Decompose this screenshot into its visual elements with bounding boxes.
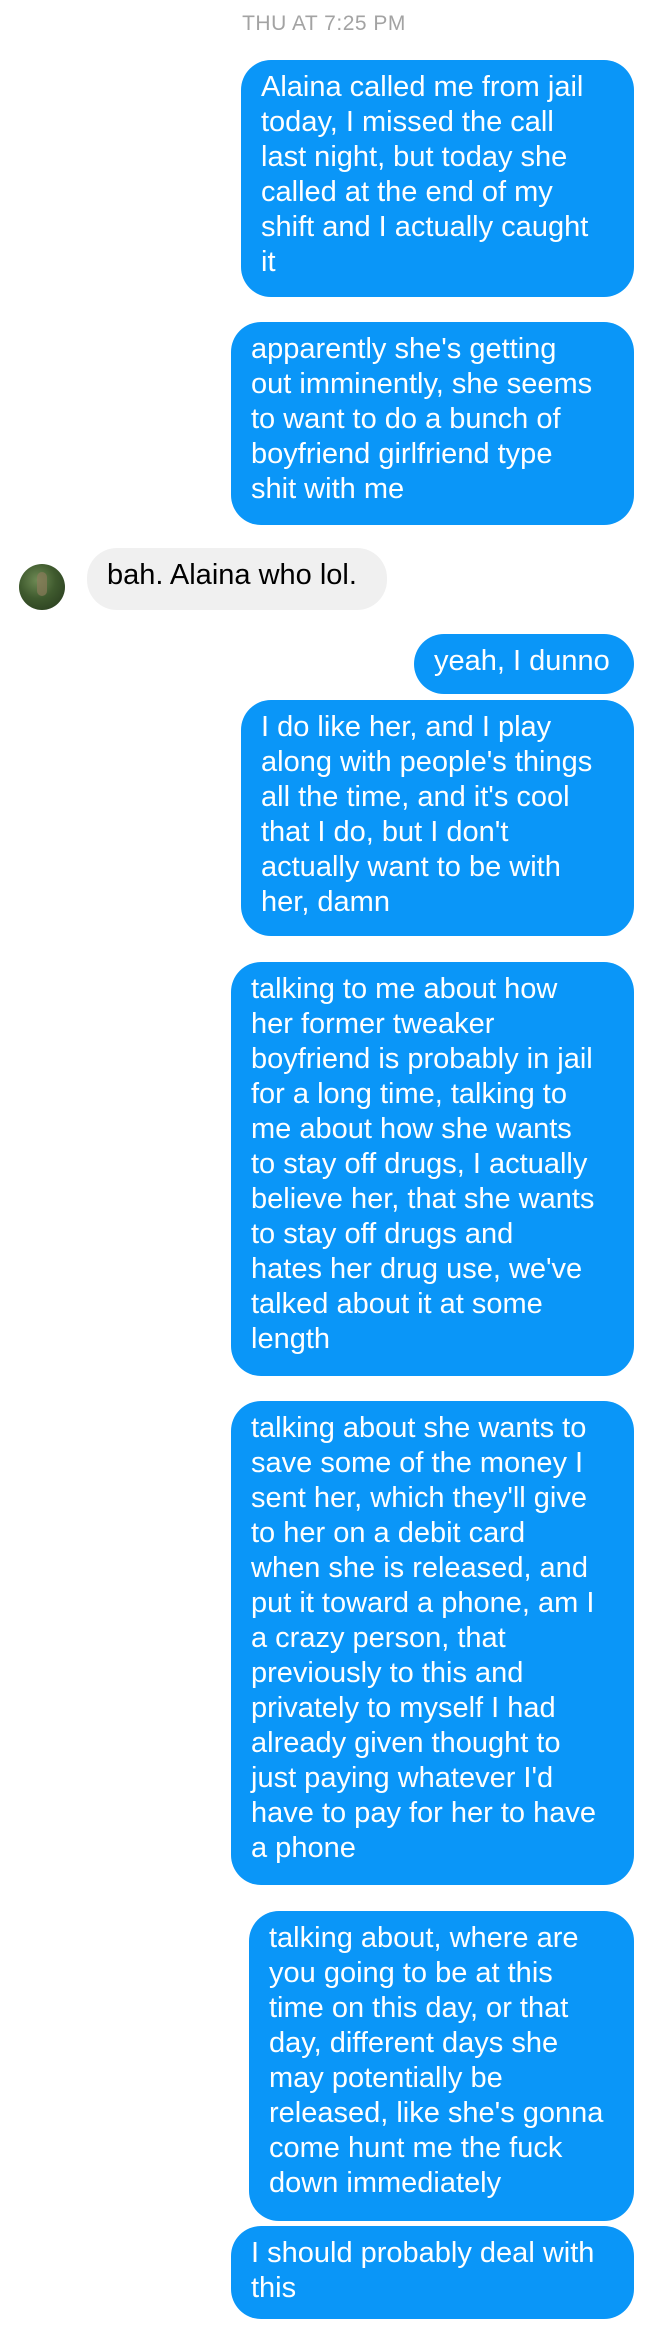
- message-bubble-outgoing[interactable]: talking about, where are you going to be…: [249, 1911, 634, 2221]
- contact-avatar-icon[interactable]: [19, 564, 65, 610]
- message-bubble-incoming[interactable]: bah. Alaina who lol.: [87, 548, 387, 610]
- message-bubble-outgoing[interactable]: apparently she's getting out imminently,…: [231, 322, 634, 525]
- conversation-timestamp: THU AT 7:25 PM: [242, 12, 406, 35]
- message-bubble-outgoing[interactable]: talking to me about how her former tweak…: [231, 962, 634, 1376]
- message-bubble-outgoing[interactable]: yeah, I dunno: [414, 634, 634, 694]
- message-bubble-outgoing[interactable]: talking about she wants to save some of …: [231, 1401, 634, 1885]
- message-bubble-outgoing[interactable]: Alaina called me from jail today, I miss…: [241, 60, 634, 297]
- message-bubble-outgoing[interactable]: I should probably deal with this: [231, 2226, 634, 2319]
- message-bubble-outgoing[interactable]: I do like her, and I play along with peo…: [241, 700, 634, 936]
